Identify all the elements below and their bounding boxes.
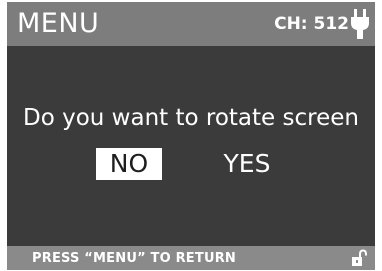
menu-title: MENU	[17, 8, 100, 39]
footer-bar: PRESS “MENU” TO RETURN	[7, 246, 375, 270]
no-option[interactable]: NO	[96, 148, 162, 180]
unlocked-padlock-icon	[352, 249, 367, 266]
rotate-screen-prompt: Do you want to rotate screen	[23, 105, 359, 131]
return-hint: PRESS “MENU” TO RETURN	[32, 251, 237, 266]
plug-icon	[351, 9, 369, 39]
yes-option[interactable]: YES	[207, 148, 287, 180]
header-bar: MENU CH: 512	[7, 2, 375, 46]
device-screen: MENU CH: 512 Do you want to rotate scree…	[7, 2, 375, 270]
channel-indicator: CH: 512	[274, 14, 349, 34]
